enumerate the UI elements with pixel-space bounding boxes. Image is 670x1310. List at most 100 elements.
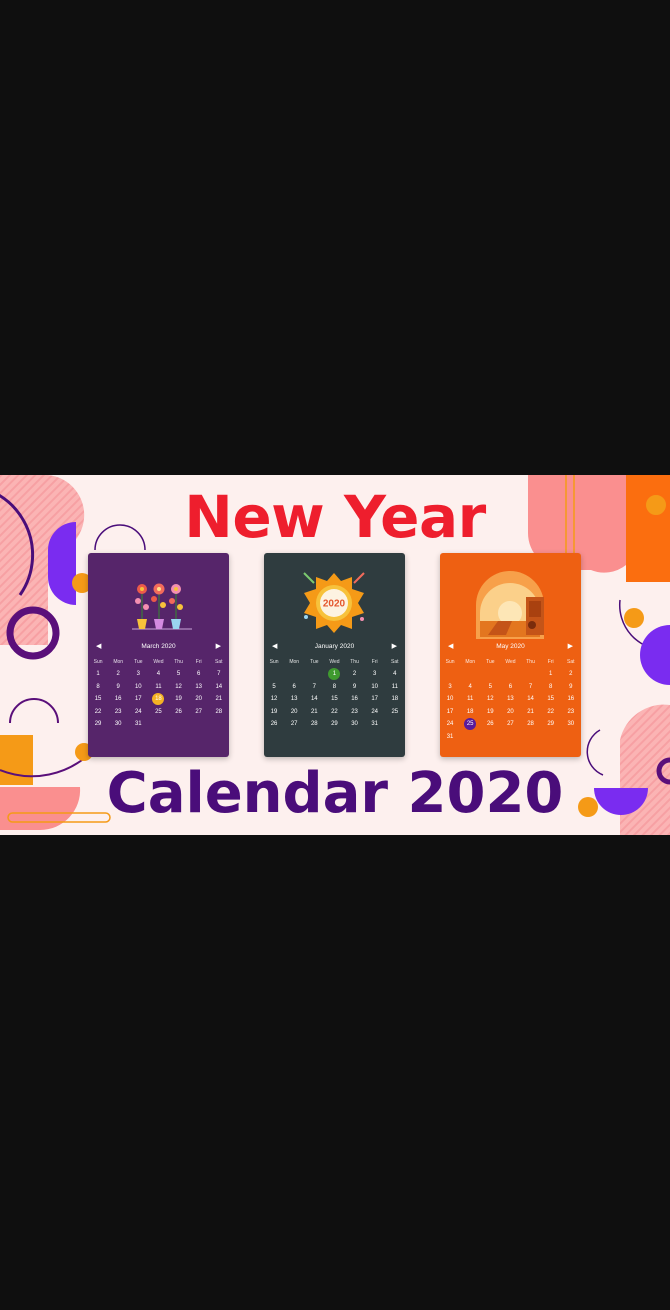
day-cell[interactable]: 19	[169, 693, 189, 706]
day-cell[interactable]: 29	[541, 718, 561, 731]
day-cell[interactable]: 10	[440, 693, 460, 706]
day-cell[interactable]: 19	[264, 706, 284, 719]
calendar-grid: Sun Mon Tue Wed Thu Fri Sat 1 2 3 4 5 6 7 8 9 10 11 12 13 14…	[88, 656, 229, 731]
day-cell[interactable]: 18	[460, 706, 480, 719]
day-cell[interactable]: 20	[284, 706, 304, 719]
day-cell[interactable]: 15	[88, 693, 108, 706]
day-cell[interactable]: 13	[500, 693, 520, 706]
day-cell[interactable]: 23	[345, 706, 365, 719]
day-cell[interactable]: 3	[440, 681, 460, 694]
day-cell[interactable]: 9	[561, 681, 581, 694]
day-cell[interactable]: 6	[284, 681, 304, 694]
day-cell[interactable]: 17	[440, 706, 460, 719]
day-cell[interactable]: 12	[169, 681, 189, 694]
day-cell[interactable]: 7	[304, 681, 324, 694]
day-cell[interactable]: 4	[385, 668, 405, 681]
day-cell[interactable]: 16	[108, 693, 128, 706]
day-cell[interactable]: 4	[148, 668, 168, 681]
day-cell[interactable]: 3	[365, 668, 385, 681]
day-cell[interactable]: 23	[561, 706, 581, 719]
day-cell[interactable]: 22	[324, 706, 344, 719]
day-cell[interactable]: 17	[128, 693, 148, 706]
day-cell[interactable]: 22	[88, 706, 108, 719]
day-cell[interactable]: 12	[480, 693, 500, 706]
day-cell[interactable]: 11	[148, 681, 168, 694]
day-cell[interactable]: 28	[209, 706, 229, 719]
day-cell[interactable]: 27	[284, 718, 304, 731]
day-cell[interactable]: 21	[521, 706, 541, 719]
day-cell[interactable]: 7	[521, 681, 541, 694]
day-cell[interactable]: 25	[148, 706, 168, 719]
day-cell[interactable]: 24	[128, 706, 148, 719]
day-cell[interactable]: 8	[88, 681, 108, 694]
day-cell[interactable]: 15	[541, 693, 561, 706]
day-cell[interactable]: 29	[324, 718, 344, 731]
day-cell[interactable]: 2	[108, 668, 128, 681]
day-cell[interactable]: 25	[385, 706, 405, 719]
day-cell[interactable]: 9	[345, 681, 365, 694]
weekday-header: Thu	[526, 659, 535, 665]
day-cell[interactable]: 20	[189, 693, 209, 706]
day-cell[interactable]: 6	[189, 668, 209, 681]
day-cell[interactable]: 13	[189, 681, 209, 694]
day-cell[interactable]: 28	[521, 718, 541, 731]
day-cell[interactable]: 30	[345, 718, 365, 731]
day-cell[interactable]: 13	[284, 693, 304, 706]
day-cell[interactable]: 26	[169, 706, 189, 719]
day-cell[interactable]: 6	[500, 681, 520, 694]
day-number: 5	[176, 671, 181, 677]
day-cell[interactable]: 10	[128, 681, 148, 694]
day-cell[interactable]: 26	[480, 718, 500, 731]
day-cell[interactable]: 19	[480, 706, 500, 719]
day-cell[interactable]: 31	[365, 718, 385, 731]
day-cell[interactable]: 14	[304, 693, 324, 706]
selected-day-cell[interactable]: 25	[460, 718, 480, 731]
day-cell[interactable]: 4	[460, 681, 480, 694]
day-cell[interactable]: 15	[324, 693, 344, 706]
day-cell[interactable]: 11	[385, 681, 405, 694]
day-cell[interactable]: 31	[128, 718, 148, 731]
day-cell[interactable]: 26	[264, 718, 284, 731]
selected-day-cell[interactable]: 18	[148, 693, 168, 706]
day-cell[interactable]: 24	[440, 718, 460, 731]
day-cell[interactable]: 28	[304, 718, 324, 731]
day-cell[interactable]: 2	[345, 668, 365, 681]
day-cell[interactable]: 1	[541, 668, 561, 681]
next-month-button[interactable]: ▶	[216, 642, 221, 652]
day-cell[interactable]: 7	[209, 668, 229, 681]
day-cell[interactable]: 2	[561, 668, 581, 681]
day-cell[interactable]: 20	[500, 706, 520, 719]
selected-day-cell[interactable]: 1	[324, 668, 344, 681]
day-cell[interactable]: 5	[264, 681, 284, 694]
day-cell[interactable]: 29	[88, 718, 108, 731]
day-cell[interactable]: 22	[541, 706, 561, 719]
day-cell[interactable]: 30	[108, 718, 128, 731]
day-cell[interactable]: 16	[561, 693, 581, 706]
day-cell[interactable]: 8	[324, 681, 344, 694]
day-cell[interactable]: 23	[108, 706, 128, 719]
day-cell[interactable]: 11	[460, 693, 480, 706]
day-cell[interactable]: 30	[561, 718, 581, 731]
next-month-button[interactable]: ▶	[392, 642, 397, 652]
day-cell[interactable]: 1	[88, 668, 108, 681]
day-number: 12	[175, 683, 182, 690]
day-cell[interactable]: 16	[345, 693, 365, 706]
day-cell[interactable]: 8	[541, 681, 561, 694]
day-cell[interactable]: 14	[521, 693, 541, 706]
day-cell[interactable]: 5	[480, 681, 500, 694]
day-cell[interactable]: 31	[440, 731, 460, 744]
day-cell[interactable]: 14	[209, 681, 229, 694]
day-cell[interactable]: 9	[108, 681, 128, 694]
day-cell[interactable]: 12	[264, 693, 284, 706]
day-cell[interactable]: 5	[169, 668, 189, 681]
day-cell[interactable]: 21	[209, 693, 229, 706]
day-cell[interactable]: 10	[365, 681, 385, 694]
day-cell[interactable]: 17	[365, 693, 385, 706]
day-cell[interactable]: 27	[189, 706, 209, 719]
day-cell[interactable]: 24	[365, 706, 385, 719]
day-cell[interactable]: 27	[500, 718, 520, 731]
day-cell[interactable]: 18	[385, 693, 405, 706]
next-month-button[interactable]: ▶	[568, 642, 573, 652]
day-cell[interactable]: 21	[304, 706, 324, 719]
day-cell[interactable]: 3	[128, 668, 148, 681]
